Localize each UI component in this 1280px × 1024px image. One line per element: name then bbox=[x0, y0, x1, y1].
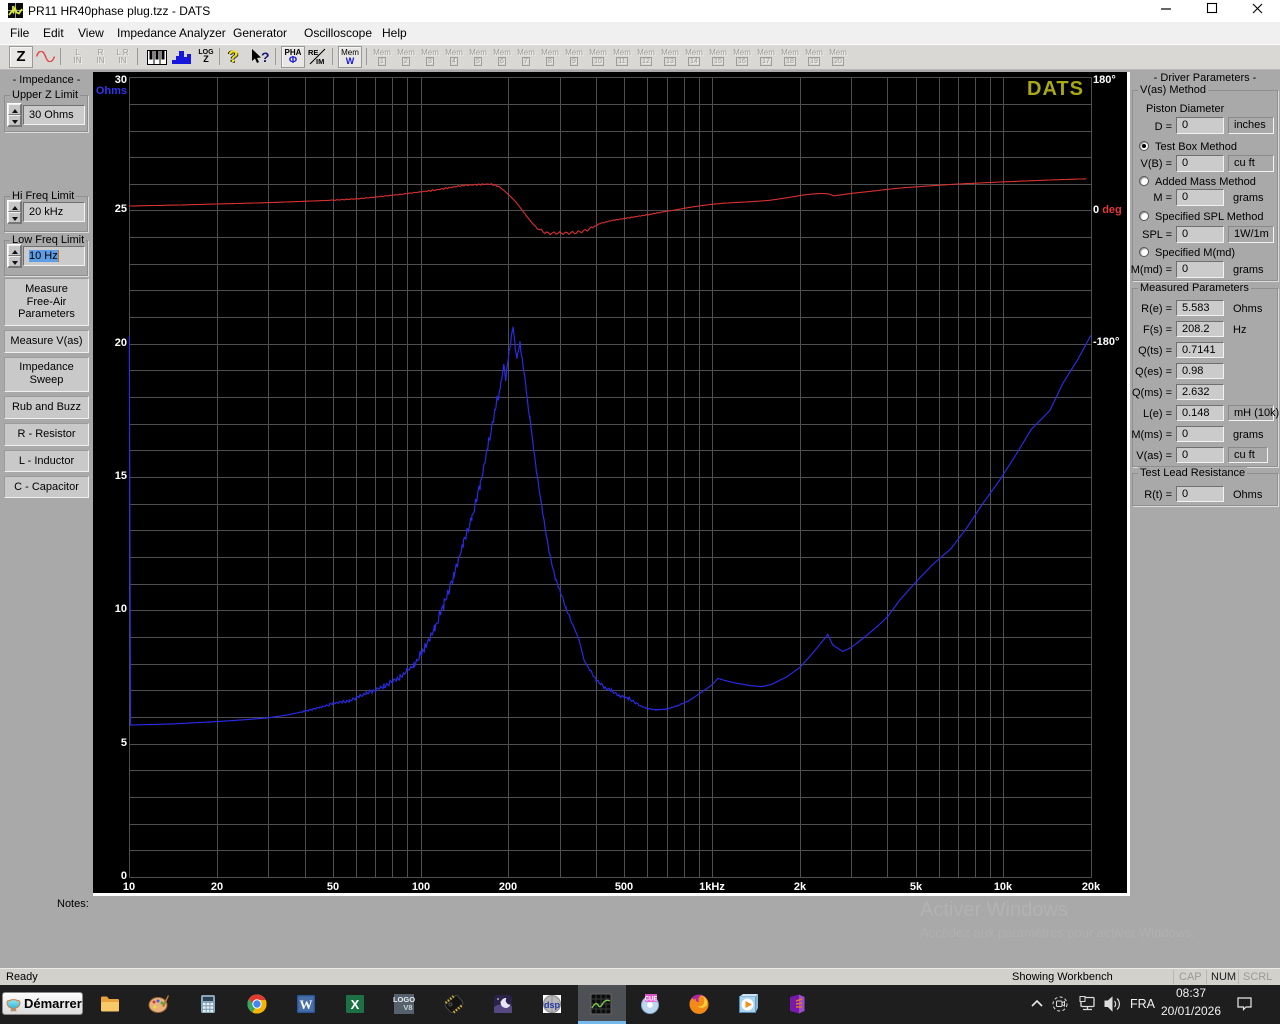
svg-text:180°: 180° bbox=[1093, 74, 1116, 86]
svg-text:20k: 20k bbox=[1082, 881, 1101, 893]
svg-text:?: ? bbox=[261, 49, 270, 65]
svg-text:CUE: CUE bbox=[645, 997, 658, 1003]
svg-text:1kHz: 1kHz bbox=[699, 881, 725, 893]
svg-text:20: 20 bbox=[211, 881, 223, 893]
svg-text:X: X bbox=[351, 997, 360, 1012]
svg-text:10k: 10k bbox=[994, 881, 1013, 893]
svg-text:25: 25 bbox=[115, 203, 127, 215]
svg-text:50: 50 bbox=[327, 881, 339, 893]
svg-text:100: 100 bbox=[412, 881, 430, 893]
svg-text:500: 500 bbox=[615, 881, 633, 893]
svg-text:IM: IM bbox=[316, 57, 324, 65]
svg-text:W: W bbox=[300, 997, 313, 1012]
svg-text:10: 10 bbox=[115, 603, 127, 615]
svg-text:10: 10 bbox=[123, 881, 135, 893]
svg-text:V8: V8 bbox=[403, 1003, 412, 1012]
svg-text:0 deg: 0 deg bbox=[1093, 204, 1122, 216]
svg-text:5k: 5k bbox=[910, 881, 923, 893]
svg-text:15: 15 bbox=[115, 470, 127, 482]
svg-text:dsp: dsp bbox=[544, 1000, 561, 1010]
svg-text:Ohms: Ohms bbox=[96, 85, 127, 97]
svg-text:DATS: DATS bbox=[1027, 78, 1084, 100]
svg-text:200: 200 bbox=[499, 881, 517, 893]
svg-text:5: 5 bbox=[121, 737, 127, 749]
svg-text:2k: 2k bbox=[794, 881, 807, 893]
svg-text:20: 20 bbox=[115, 337, 127, 349]
svg-text:RE: RE bbox=[308, 48, 318, 57]
